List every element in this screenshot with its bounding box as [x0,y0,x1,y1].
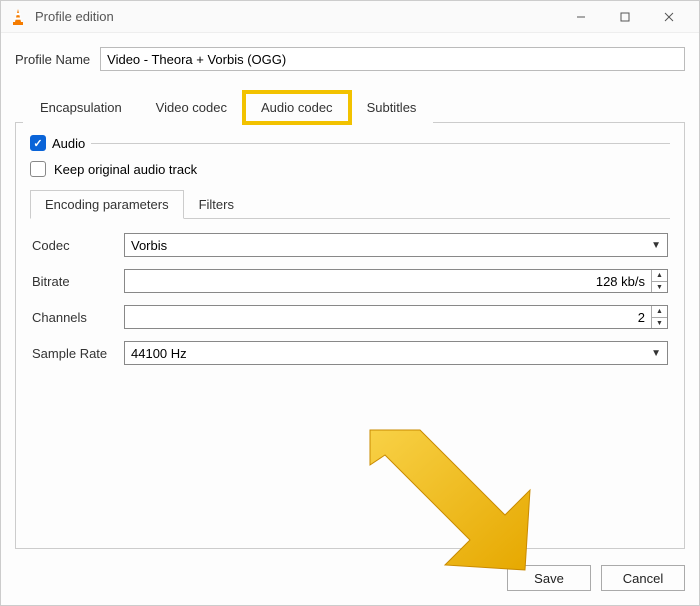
bitrate-down-button[interactable]: ▼ [652,281,667,292]
codec-label: Codec [32,238,114,253]
keep-original-label: Keep original audio track [54,162,197,177]
subtab-filters[interactable]: Filters [184,190,249,219]
channels-label: Channels [32,310,114,325]
tab-encapsulation[interactable]: Encapsulation [23,92,139,123]
keep-original-row: Keep original audio track [30,161,670,177]
codec-value: Vorbis [131,238,167,253]
tab-video-codec[interactable]: Video codec [139,92,244,123]
titlebar: Profile edition [1,1,699,33]
vlc-cone-icon [9,8,27,26]
samplerate-value: 44100 Hz [131,346,187,361]
save-button[interactable]: Save [507,565,591,591]
content-area: Profile Name Encapsulation Video codec A… [1,33,699,557]
audio-codec-panel: Audio Keep original audio track Encoding… [15,123,685,549]
dialog-footer: Save Cancel [1,557,699,605]
profile-name-row: Profile Name [15,47,685,71]
sub-tabs: Encoding parameters Filters [30,189,670,219]
bitrate-value: 128 kb/s [125,274,651,289]
bitrate-spinner[interactable]: 128 kb/s ▲ ▼ [124,269,668,293]
profile-name-label: Profile Name [15,52,90,67]
codec-select[interactable]: Vorbis ▼ [124,233,668,257]
profile-edition-window: Profile edition Profile Name Encapsulati… [0,0,700,606]
codec-row: Codec Vorbis ▼ [32,233,668,257]
window-title: Profile edition [35,9,559,24]
keep-original-checkbox[interactable] [30,161,46,177]
channels-down-button[interactable]: ▼ [652,317,667,328]
channels-up-button[interactable]: ▲ [652,306,667,317]
window-controls [559,2,691,32]
audio-checkbox[interactable] [30,135,46,151]
channels-row: Channels 2 ▲ ▼ [32,305,668,329]
close-button[interactable] [647,2,691,32]
minimize-button[interactable] [559,2,603,32]
channels-value: 2 [125,310,651,325]
tab-audio-codec[interactable]: Audio codec [244,92,350,123]
samplerate-row: Sample Rate 44100 Hz ▼ [32,341,668,365]
bitrate-row: Bitrate 128 kb/s ▲ ▼ [32,269,668,293]
audio-checkbox-label: Audio [52,136,85,151]
bitrate-label: Bitrate [32,274,114,289]
audio-group-header: Audio [30,135,670,151]
divider [91,143,670,144]
profile-name-input[interactable] [100,47,685,71]
tab-subtitles[interactable]: Subtitles [350,92,434,123]
chevron-down-icon: ▼ [651,240,661,251]
samplerate-label: Sample Rate [32,346,114,361]
cancel-button[interactable]: Cancel [601,565,685,591]
subtab-encoding-parameters[interactable]: Encoding parameters [30,190,184,219]
channels-spinner[interactable]: 2 ▲ ▼ [124,305,668,329]
samplerate-select[interactable]: 44100 Hz ▼ [124,341,668,365]
chevron-down-icon: ▼ [651,348,661,359]
main-tabs: Encapsulation Video codec Audio codec Su… [15,91,685,123]
encoding-form: Codec Vorbis ▼ Bitrate 128 kb/s ▲ ▼ [30,219,670,387]
maximize-button[interactable] [603,2,647,32]
bitrate-up-button[interactable]: ▲ [652,270,667,281]
